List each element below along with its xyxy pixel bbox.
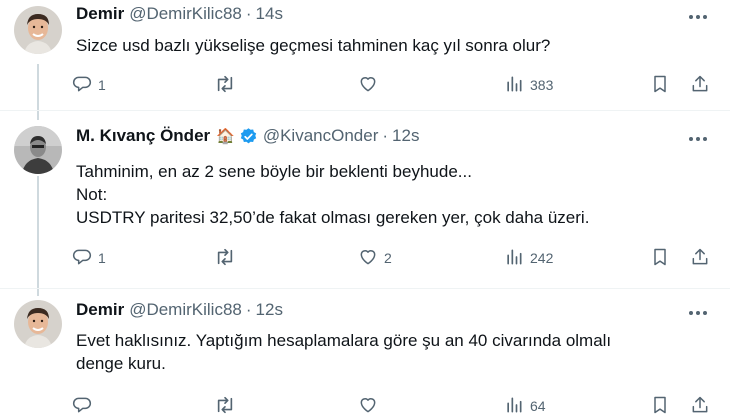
tweet-text: Sizce usd bazlı yükselişe geçmesi tahmin…	[76, 34, 550, 57]
author-handle[interactable]: @KivancOnder	[263, 126, 379, 146]
tweet[interactable]: Demir @DemirKilic88 · 14s Sizce usd bazl…	[0, 0, 730, 110]
timestamp[interactable]: 12s	[392, 126, 419, 146]
like-button[interactable]: 2	[358, 240, 392, 276]
views-button[interactable]: 383	[504, 67, 553, 103]
views-icon	[504, 74, 524, 97]
tweet-text-line: Evet haklısınız. Yaptığım hesaplamalara …	[76, 331, 612, 350]
reply-button[interactable]: 1	[72, 67, 106, 103]
like-count: 2	[384, 250, 392, 266]
views-count: 64	[530, 398, 546, 414]
avatar[interactable]	[14, 6, 62, 54]
author-name[interactable]: M. Kıvanç Önder	[76, 126, 210, 146]
retweet-icon	[214, 74, 236, 97]
separator-dot: ·	[245, 4, 252, 23]
more-icon[interactable]	[686, 304, 710, 322]
author-name[interactable]: Demir	[76, 4, 124, 24]
separator-dot: ·	[382, 126, 389, 145]
tweet-header: Demir @DemirKilic88 · 14s	[76, 4, 283, 24]
more-icon[interactable]	[686, 8, 710, 26]
share-button[interactable]	[690, 67, 710, 103]
tweet-text: Tahminim, en az 2 sene böyle bir beklent…	[76, 160, 589, 229]
tweet-text-line: denge kuru.	[76, 354, 166, 373]
tweet-actions: 1 383	[62, 67, 722, 103]
bookmark-button[interactable]	[650, 67, 670, 103]
share-button[interactable]	[690, 388, 710, 420]
timestamp[interactable]: 14s	[256, 4, 283, 24]
views-icon	[504, 395, 524, 418]
tweet-actions: 64	[62, 388, 722, 420]
retweet-button[interactable]	[214, 67, 242, 103]
reply-button[interactable]	[72, 388, 98, 420]
retweet-icon	[214, 395, 236, 418]
retweet-button[interactable]	[214, 240, 242, 276]
author-name[interactable]: Demir	[76, 300, 124, 320]
tweet[interactable]: M. Kıvanç Önder 🏠 @KivancOnder · 12s Tah…	[0, 110, 730, 288]
tweet-actions: 1 2 242	[62, 240, 722, 276]
heart-icon	[358, 74, 378, 97]
reply-icon	[72, 74, 92, 97]
reply-icon	[72, 395, 92, 418]
tweet-header: M. Kıvanç Önder 🏠 @KivancOnder · 12s	[76, 126, 419, 146]
verified-badge-icon[interactable]	[239, 127, 258, 146]
views-count: 242	[530, 250, 554, 266]
bookmark-icon	[650, 247, 670, 270]
heart-icon	[358, 395, 378, 418]
bookmark-button[interactable]	[650, 388, 670, 420]
views-count: 383	[530, 77, 554, 93]
timestamp[interactable]: 12s	[256, 300, 283, 320]
like-button[interactable]	[358, 388, 384, 420]
tweet-text-line: USDTRY paritesi 32,50’de fakat olması ge…	[76, 208, 590, 227]
avatar[interactable]	[14, 300, 62, 348]
tweet-header: Demir @DemirKilic88 · 12s	[76, 300, 283, 320]
more-icon[interactable]	[686, 130, 710, 148]
tweet-text-line: Tahminim, en az 2 sene böyle bir beklent…	[76, 162, 472, 181]
reply-button[interactable]: 1	[72, 240, 106, 276]
author-handle[interactable]: @DemirKilic88	[129, 300, 242, 320]
views-button[interactable]: 64	[504, 388, 546, 420]
tweet-text-line: Sizce usd bazlı yükselişe geçmesi tahmin…	[76, 36, 551, 55]
avatar[interactable]	[14, 126, 62, 174]
bookmark-button[interactable]	[650, 240, 670, 276]
author-handle[interactable]: @DemirKilic88	[129, 4, 242, 24]
separator-dot: ·	[245, 300, 252, 319]
views-icon	[504, 247, 524, 270]
heart-icon	[358, 247, 378, 270]
reply-icon	[72, 247, 92, 270]
share-icon	[690, 395, 710, 418]
reply-count: 1	[98, 250, 106, 266]
tweet-text: Evet haklısınız. Yaptığım hesaplamalara …	[76, 329, 611, 375]
retweet-icon	[214, 247, 236, 270]
reply-count: 1	[98, 77, 106, 93]
house-emoji: 🏠	[216, 128, 235, 145]
like-button[interactable]	[358, 67, 384, 103]
bookmark-icon	[650, 74, 670, 97]
retweet-button[interactable]	[214, 388, 242, 420]
share-icon	[690, 74, 710, 97]
tweet[interactable]: Demir @DemirKilic88 · 12s Evet haklısını…	[0, 288, 730, 420]
share-button[interactable]	[690, 240, 710, 276]
bookmark-icon	[650, 395, 670, 418]
share-icon	[690, 247, 710, 270]
views-button[interactable]: 242	[504, 240, 553, 276]
tweet-text-line: Not:	[76, 185, 108, 204]
